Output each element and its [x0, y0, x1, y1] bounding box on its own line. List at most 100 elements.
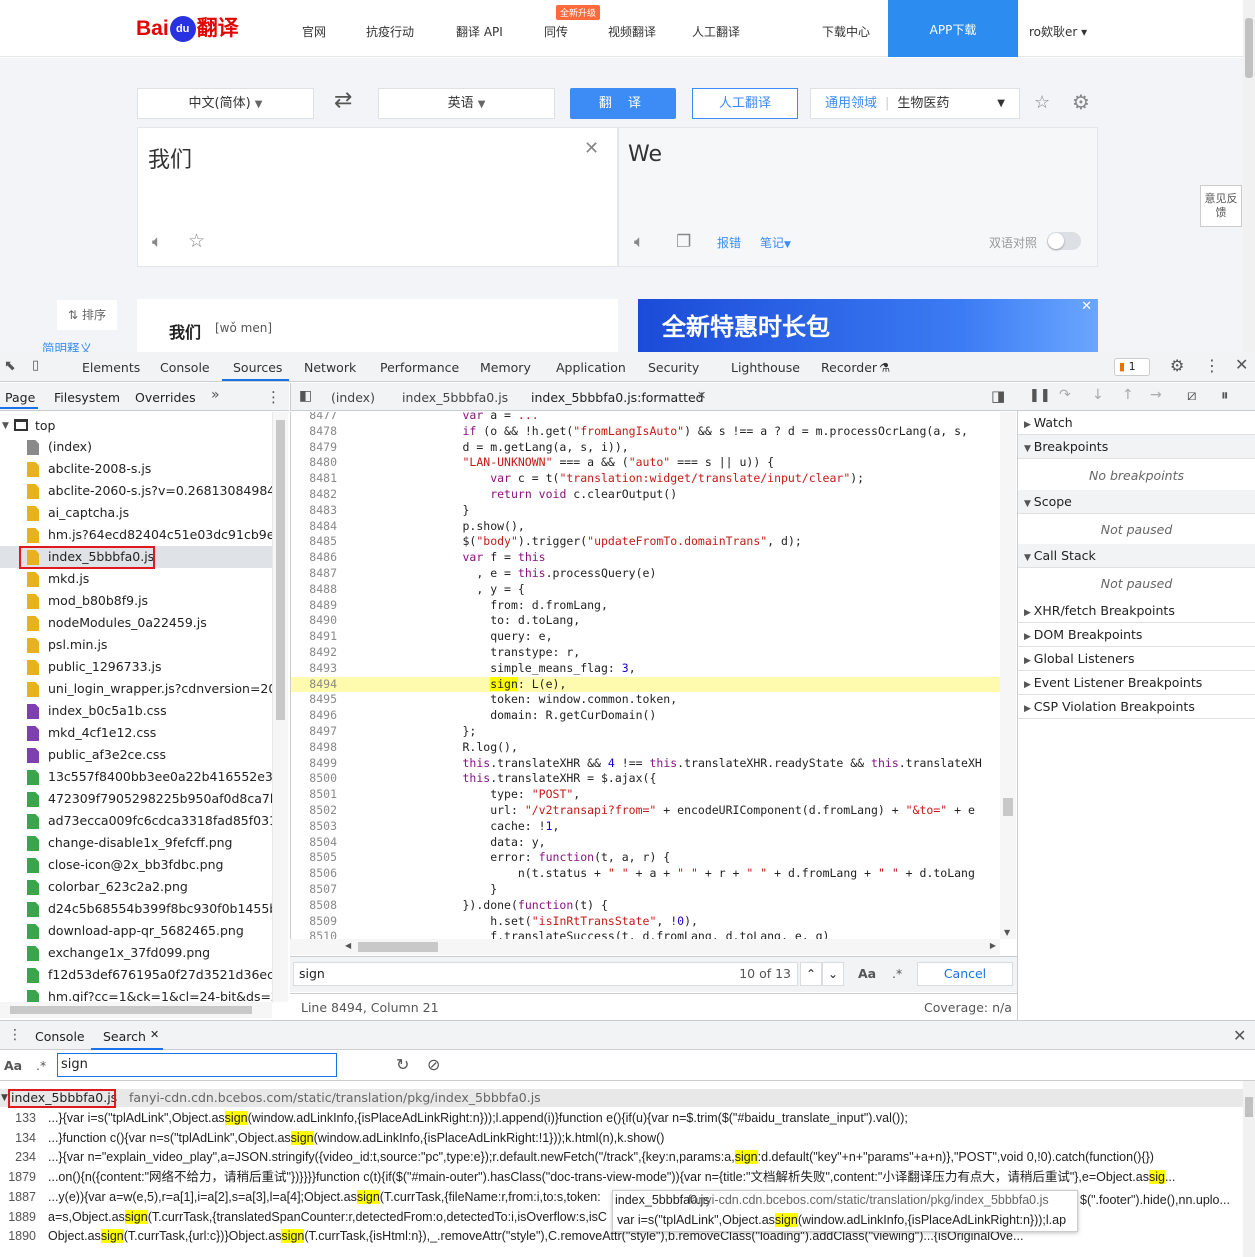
section-scope[interactable]: ▼ Scope	[1018, 490, 1255, 514]
line-number[interactable]: 8498	[291, 740, 337, 756]
more-tabs-icon[interactable]: »	[211, 387, 220, 403]
tab-recorder[interactable]: Recorder	[821, 360, 877, 375]
line-number[interactable]: 8499	[291, 756, 337, 772]
file-item[interactable]: mkd_4cf1e12.css	[0, 722, 272, 744]
line-number[interactable]: 8482	[291, 487, 337, 503]
section-csp-violation-breakpoints[interactable]: ▶ CSP Violation Breakpoints	[1018, 695, 1255, 719]
file-item[interactable]: (index)	[0, 436, 272, 458]
baidu-logo[interactable]: Bai du 翻译	[136, 12, 239, 43]
match-case-icon[interactable]: Aa	[4, 1058, 22, 1073]
file-item[interactable]: abclite-2008-s.js	[0, 458, 272, 480]
refresh-icon[interactable]: ↻	[396, 1055, 409, 1074]
line-number[interactable]: 8497	[291, 724, 337, 740]
line-number[interactable]: 8509	[291, 914, 337, 930]
file-item[interactable]: 472309f7905298225b950af0d8ca7bcb	[0, 788, 272, 810]
line-number[interactable]: 8510	[291, 929, 337, 939]
line-number[interactable]: 8505	[291, 850, 337, 866]
section-call-stack[interactable]: ▼ Call Stack	[1018, 544, 1255, 568]
file-item[interactable]: d24c5b68554b399f8bc930f0b1455b67	[0, 898, 272, 920]
file-item[interactable]: colorbar_623c2a2.png	[0, 876, 272, 898]
regex-icon[interactable]: .*	[892, 966, 902, 981]
line-number[interactable]: 8506	[291, 866, 337, 882]
brief-def-link[interactable]: 简明释义	[42, 338, 92, 352]
nav-simultaneous[interactable]: 同传	[544, 23, 568, 40]
scroll-down-icon[interactable]: ▼	[1004, 928, 1010, 937]
pause-on-exceptions-icon[interactable]: ⏸	[1221, 386, 1229, 404]
tab-sources[interactable]: Sources	[233, 360, 282, 375]
swap-lang-icon[interactable]: ⇄	[334, 88, 352, 113]
line-number[interactable]: 8481	[291, 471, 337, 487]
nav-tab-filesystem[interactable]: Filesystem	[54, 390, 120, 405]
line-number[interactable]: 8491	[291, 629, 337, 645]
clear-search-icon[interactable]: ⊘	[427, 1055, 440, 1074]
results-scrollbar[interactable]	[1243, 1081, 1255, 1257]
line-number[interactable]: 8495	[291, 692, 337, 708]
line-number[interactable]: 8508	[291, 898, 337, 914]
tab-security[interactable]: Security	[648, 360, 699, 375]
line-number[interactable]: 8484	[291, 519, 337, 535]
tab-application[interactable]: Application	[556, 360, 626, 375]
step-icon[interactable]: →	[1150, 387, 1162, 403]
section-global-listeners[interactable]: ▶ Global Listeners	[1018, 647, 1255, 671]
notes-link[interactable]: 笔记▼	[760, 234, 791, 251]
editor-vscrollbar[interactable]: ▼	[1000, 412, 1016, 939]
line-number[interactable]: 8507	[291, 882, 337, 898]
search-result-row[interactable]: 133 ...}{var i=s("tplAdLink",Object.assig…	[0, 1108, 1243, 1128]
page-scroll-thumb[interactable]	[1245, 18, 1253, 78]
file-item[interactable]: hm.gif?cc=1&ck=1&cl=24-bit&ds=25	[0, 986, 272, 1002]
toggle-debugger-icon[interactable]: ◨	[991, 387, 1005, 405]
file-item[interactable]: close-icon@2x_bb3fdbc.png	[0, 854, 272, 876]
file-item[interactable]: exchange1x_37fd099.png	[0, 942, 272, 964]
regex-icon[interactable]: .*	[36, 1058, 46, 1073]
source-text[interactable]: 我们	[148, 142, 192, 174]
human-translate-button[interactable]: 人工翻译	[692, 88, 798, 119]
editor-hscrollbar[interactable]: ◀ ▶	[290, 939, 1000, 955]
line-number[interactable]: 8492	[291, 645, 337, 661]
more-menu-icon[interactable]: ⋮	[1204, 356, 1220, 375]
search-result-file[interactable]: ▼ index_5bbbfa0.js fanyi-cdn.cdn.bcebos.…	[0, 1089, 1243, 1107]
file-item[interactable]: public_1296733.js	[0, 656, 272, 678]
scroll-left-icon[interactable]: ◀	[345, 941, 351, 950]
file-item[interactable]: f12d53def676195a0f27d3521d36ecbb.	[0, 964, 272, 986]
find-input[interactable]: sign 10 of 13	[293, 962, 798, 986]
drawer-menu-icon[interactable]: ⋮	[8, 1027, 22, 1043]
close-drawer-icon[interactable]: ✕	[1233, 1026, 1246, 1045]
line-number[interactable]: 8483	[291, 503, 337, 519]
source-box[interactable]: 我们 ✕ 🔈︎ ☆	[137, 127, 618, 267]
source-lang-select[interactable]: 中文(简体) ▼	[137, 88, 314, 119]
toggle-navigator-icon[interactable]: ◧	[299, 388, 312, 404]
file-item[interactable]: ad73ecca009fc6cdca3318fad85f0314.jp	[0, 810, 272, 832]
nav-tab-overrides[interactable]: Overrides	[135, 390, 196, 405]
file-item[interactable]: index_b0c5a1b.css	[0, 700, 272, 722]
section-dom-breakpoints[interactable]: ▶ DOM Breakpoints	[1018, 623, 1255, 647]
search-result-row[interactable]: 234 ...}{var n="explain_video_play",a=JSO…	[0, 1147, 1243, 1167]
tab-performance[interactable]: Performance	[380, 360, 459, 375]
copy-icon[interactable]: ❐	[676, 232, 691, 252]
line-number[interactable]: 8501	[291, 787, 337, 803]
page-scrollbar[interactable]	[1243, 0, 1255, 352]
editor-tab-formatted[interactable]: index_5bbbfa0.js:formatted	[531, 390, 704, 405]
speaker-icon[interactable]: 🔈︎	[634, 232, 644, 252]
line-number[interactable]: 8488	[291, 582, 337, 598]
feedback-button[interactable]: 意见反馈	[1200, 185, 1242, 227]
file-item[interactable]: abclite-2060-s.js?v=0.26813084984751	[0, 480, 272, 502]
close-icon[interactable]: ✕	[150, 1028, 159, 1041]
file-item[interactable]: public_af3e2ce.css	[0, 744, 272, 766]
tab-memory[interactable]: Memory	[480, 360, 531, 375]
nav-tab-page[interactable]: Page	[5, 390, 35, 405]
find-prev-button[interactable]: ⌃	[800, 962, 822, 986]
star-icon[interactable]: ☆	[188, 230, 205, 252]
tab-network[interactable]: Network	[304, 360, 356, 375]
line-number[interactable]: 8490	[291, 613, 337, 629]
nav-api[interactable]: 翻译 API	[456, 23, 503, 40]
step-over-icon[interactable]: ↷	[1059, 387, 1071, 403]
line-number[interactable]: 8489	[291, 598, 337, 614]
file-item[interactable]: change-disable1x_9fefcff.png	[0, 832, 272, 854]
close-icon[interactable]: ✕	[1235, 355, 1248, 374]
file-item[interactable]: 13c557f8400bb3ee0a22b416552e3618	[0, 766, 272, 788]
pause-icon[interactable]: ❚❚	[1029, 388, 1051, 403]
scroll-thumb[interactable]	[1245, 1097, 1253, 1117]
line-number[interactable]: 8494	[291, 677, 337, 693]
file-item[interactable]: ai_captcha.js	[0, 502, 272, 524]
target-lang-select[interactable]: 英语 ▼	[378, 88, 555, 119]
